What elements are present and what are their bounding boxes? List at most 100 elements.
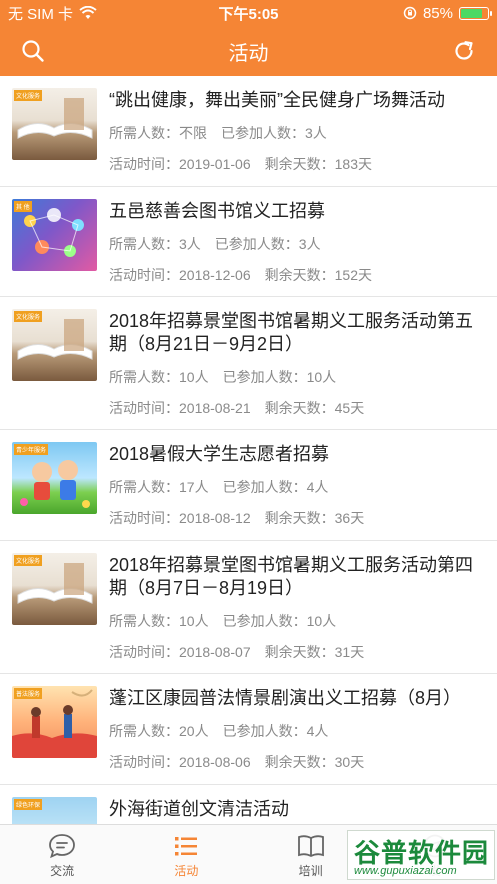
site-watermark: 谷普软件园 www.gupuxiazai.com (347, 830, 495, 880)
need-label: 所需人数： (109, 479, 179, 495)
remain-value: 45天 (334, 400, 365, 416)
activity-thumbnail: 文化服务 (12, 309, 97, 381)
joined-label: 已参加人数： (214, 236, 299, 252)
time-value: 2018-08-06 (179, 754, 251, 770)
activity-item[interactable]: 青少年服务 2018暑假大学生志愿者招募 所需人数：17人 已参加人数：4人 活动… (0, 430, 497, 541)
tab-chat[interactable]: 交流 (0, 825, 124, 884)
time-label: 活动时间： (109, 510, 179, 526)
remain-label: 剩余天数： (264, 510, 335, 526)
remain-value: 183天 (334, 156, 372, 172)
activity-item[interactable]: 文化服务 2018年招募景堂图书馆暑期义工服务活动第五期（8月21日－9月2日）… (0, 297, 497, 430)
joined-value: 10人 (306, 613, 337, 629)
activity-title: 外海街道创文清洁活动 (109, 799, 289, 819)
nav-bar: 活动 (0, 26, 497, 76)
activity-thumbnail: 普法服务 (12, 686, 97, 758)
battery-icon (459, 6, 492, 20)
time-label: 活动时间： (109, 754, 179, 770)
activity-dates: 活动时间：2019-01-06 剩余天数：183天 (109, 154, 372, 174)
wifi-icon (79, 6, 97, 19)
activity-item[interactable]: 绿色环保 外海街道创文清洁活动 (0, 785, 497, 824)
remain-label: 剩余天数： (264, 156, 335, 172)
tab-label: 交流 (50, 864, 75, 878)
joined-label: 已参加人数： (222, 723, 307, 739)
remain-value: 36天 (334, 510, 365, 526)
activity-dates: 活动时间：2018-08-06 剩余天数：30天 (109, 752, 364, 772)
joined-value: 3人 (305, 125, 327, 141)
refresh-button[interactable] (449, 36, 479, 66)
activity-dates: 活动时间：2018-08-12 剩余天数：36天 (109, 508, 364, 528)
activity-people: 所需人数：3人 已参加人数：3人 (109, 234, 321, 254)
activity-thumbnail: 其 他 (12, 199, 97, 271)
remain-label: 剩余天数： (264, 644, 335, 660)
watermark-url: www.gupuxiazai.com (354, 865, 457, 877)
activity-title: 2018暑假大学生志愿者招募 (109, 444, 330, 464)
need-label: 所需人数： (109, 125, 179, 141)
time-label: 活动时间： (109, 400, 179, 416)
activity-item[interactable]: 其 他 五邑慈善会图书馆义工招募 所需人数：3人 已参加人数：3人 活动时间：20… (0, 187, 497, 297)
need-label: 所需人数： (109, 613, 179, 629)
category-tag: 文化服务 (14, 311, 43, 322)
activity-people: 所需人数：不限 已参加人数：3人 (109, 123, 327, 143)
time-label: 活动时间： (109, 267, 179, 283)
activity-title: 2018年招募景堂图书馆暑期义工服务活动第四期（8月7日－8月19日） (109, 555, 474, 598)
need-label: 所需人数： (109, 369, 179, 385)
activity-item[interactable]: 普法服务 蓬江区康园普法情景剧演出义工招募（8月） 所需人数：20人 已参加人数：… (0, 674, 497, 785)
category-tag: 青少年服务 (14, 444, 49, 455)
category-tag: 普法服务 (14, 688, 43, 699)
need-value: 17人 (179, 479, 209, 495)
activity-thumbnail: 绿色环保 (12, 797, 97, 824)
remain-value: 152天 (334, 267, 372, 283)
joined-value: 4人 (306, 479, 329, 495)
tab-label: 活动 (174, 864, 199, 878)
activity-title: “跳出健康，舞出美丽”全民健身广场舞活动 (109, 90, 445, 110)
time-value: 2018-08-12 (179, 510, 251, 526)
joined-label: 已参加人数： (222, 479, 307, 495)
activity-people: 所需人数：20人 已参加人数：4人 (109, 721, 328, 741)
activity-thumbnail: 文化服务 (12, 88, 97, 160)
joined-label: 已参加人数： (221, 125, 305, 141)
joined-value: 3人 (298, 236, 321, 252)
activity-item[interactable]: 文化服务 2018年招募景堂图书馆暑期义工服务活动第四期（8月7日－8月19日）… (0, 541, 497, 674)
status-left: 无 SIM 卡 (8, 3, 97, 24)
remain-label: 剩余天数： (264, 754, 335, 770)
activity-dates: 活动时间：2018-08-21 剩余天数：45天 (109, 398, 364, 418)
time-label: 活动时间： (109, 644, 179, 660)
activity-title: 蓬江区康园普法情景剧演出义工招募（8月） (109, 688, 462, 708)
joined-value: 10人 (306, 369, 337, 385)
category-tag: 文化服务 (14, 90, 43, 101)
activity-title: 五邑慈善会图书馆义工招募 (109, 201, 325, 221)
need-value: 3人 (179, 236, 201, 252)
joined-value: 4人 (306, 723, 329, 739)
time-value: 2018-08-07 (179, 644, 251, 660)
need-value: 20人 (179, 723, 209, 739)
book-icon (297, 835, 324, 858)
need-label: 所需人数： (109, 723, 179, 739)
activity-item[interactable]: 文化服务 “跳出健康，舞出美丽”全民健身广场舞活动 所需人数：不限 已参加人数：3… (0, 76, 497, 187)
category-tag: 文化服务 (14, 555, 43, 566)
category-tag: 其 他 (14, 201, 32, 212)
remain-value: 31天 (334, 644, 365, 660)
time-value: 2018-08-21 (179, 400, 251, 416)
remain-label: 剩余天数： (264, 267, 335, 283)
battery-percent: 85% (422, 4, 453, 22)
search-button[interactable] (18, 36, 48, 66)
need-label: 所需人数： (109, 236, 179, 252)
tab-activities[interactable]: 活动 (124, 825, 248, 884)
refresh-icon (455, 41, 473, 60)
time-label: 活动时间： (109, 156, 179, 172)
activity-dates: 活动时间：2018-08-07 剩余天数：31天 (109, 642, 364, 662)
joined-label: 已参加人数： (222, 613, 307, 629)
activity-people: 所需人数：17人 已参加人数：4人 (109, 477, 328, 497)
need-value: 不限 (179, 125, 207, 141)
orientation-lock-icon (403, 6, 417, 20)
activity-dates: 活动时间：2018-12-06 剩余天数：152天 (109, 265, 372, 285)
joined-label: 已参加人数： (222, 369, 307, 385)
search-icon (22, 40, 44, 62)
activity-thumbnail: 文化服务 (12, 553, 97, 625)
page-title: 活动 (228, 42, 269, 65)
remain-value: 30天 (334, 754, 365, 770)
activity-list[interactable]: 文化服务 “跳出健康，舞出美丽”全民健身广场舞活动 所需人数：不限 已参加人数：3… (0, 76, 497, 824)
remain-label: 剩余天数： (264, 400, 335, 416)
need-value: 10人 (179, 613, 209, 629)
status-bar: 无 SIM 卡 下午5:05 85% (0, 0, 497, 26)
